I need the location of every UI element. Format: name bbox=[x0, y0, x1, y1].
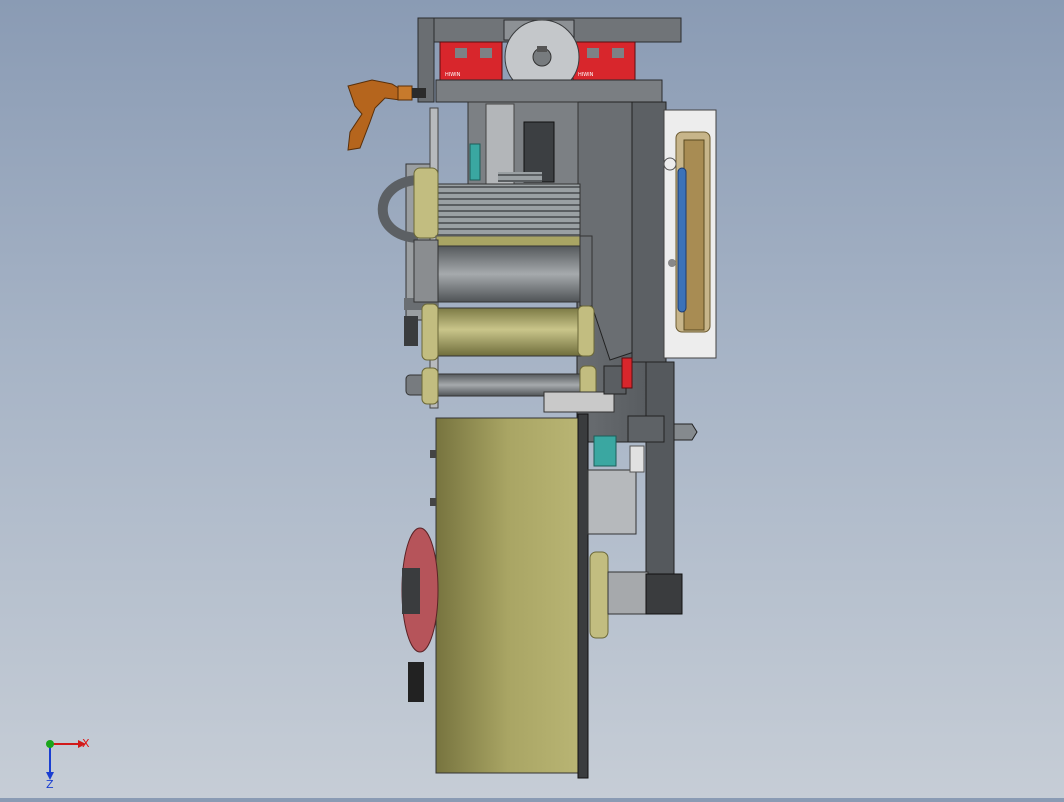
side-cover-panel bbox=[663, 109, 717, 359]
teal-sensor bbox=[469, 143, 481, 181]
red-stop-block bbox=[621, 357, 633, 389]
rail-marking-left: HIWIN bbox=[445, 72, 461, 78]
x-axis-label: X bbox=[82, 737, 90, 750]
tension-handwheel[interactable] bbox=[401, 527, 439, 702]
origin-point bbox=[46, 740, 54, 748]
olive-roller bbox=[421, 303, 595, 361]
z-axis-label: Z bbox=[46, 778, 54, 790]
top-rail-mount: HIWIN HIWIN bbox=[417, 17, 682, 103]
label-roll bbox=[430, 413, 589, 779]
wing-nut bbox=[673, 423, 698, 441]
inner-mechanism bbox=[467, 101, 579, 187]
timing-belt bbox=[677, 167, 687, 313]
grey-roller bbox=[413, 235, 593, 307]
rail-marking-right: HIWIN bbox=[578, 72, 594, 78]
clamping-lever[interactable] bbox=[347, 79, 426, 151]
cad-viewport[interactable]: HIWIN HIWIN X Z bbox=[0, 0, 1064, 798]
coordinate-triad: X Z bbox=[38, 730, 98, 791]
machine-model-drawing[interactable]: HIWIN HIWIN bbox=[0, 0, 1064, 798]
